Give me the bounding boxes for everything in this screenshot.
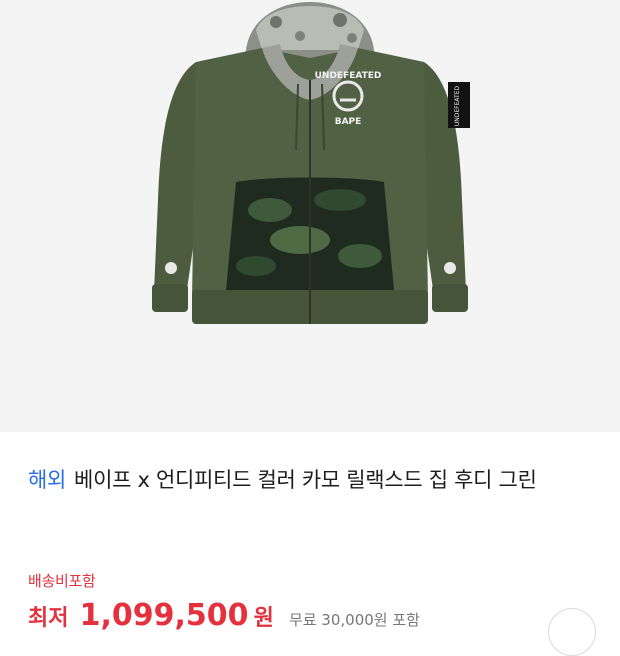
price-value: 1,099,500 [79, 598, 249, 633]
more-options-button[interactable] [548, 608, 596, 656]
sleeve-patch-label: UNDEFEATED [454, 85, 461, 126]
product-title[interactable]: 해외 베이프 x 언디피티드 컬러 카모 릴랙스드 집 후디 그린 [28, 462, 598, 498]
price-subtext: 무료 30,000원 포함 [288, 611, 420, 629]
chest-logo-bottom: BAPE [335, 117, 362, 127]
price-unit: 원 [253, 606, 274, 631]
overseas-tag: 해외 [28, 468, 67, 492]
price-row: 최저 1,099,500 원 무료 30,000원 포함 [28, 598, 598, 638]
chest-logo-top: UNDEFEATED [315, 71, 382, 81]
shipping-included-label: 배송비포함 [28, 572, 96, 590]
lowest-price-label: 최저 [28, 606, 69, 631]
product-image[interactable]: UNDEFEATED BAPE UNDEFEATED [0, 0, 620, 432]
product-name: 베이프 x 언디피티드 컬러 카모 릴랙스드 집 후디 그린 [74, 468, 537, 492]
hoodie-illustration: UNDEFEATED BAPE UNDEFEATED [152, 2, 470, 324]
